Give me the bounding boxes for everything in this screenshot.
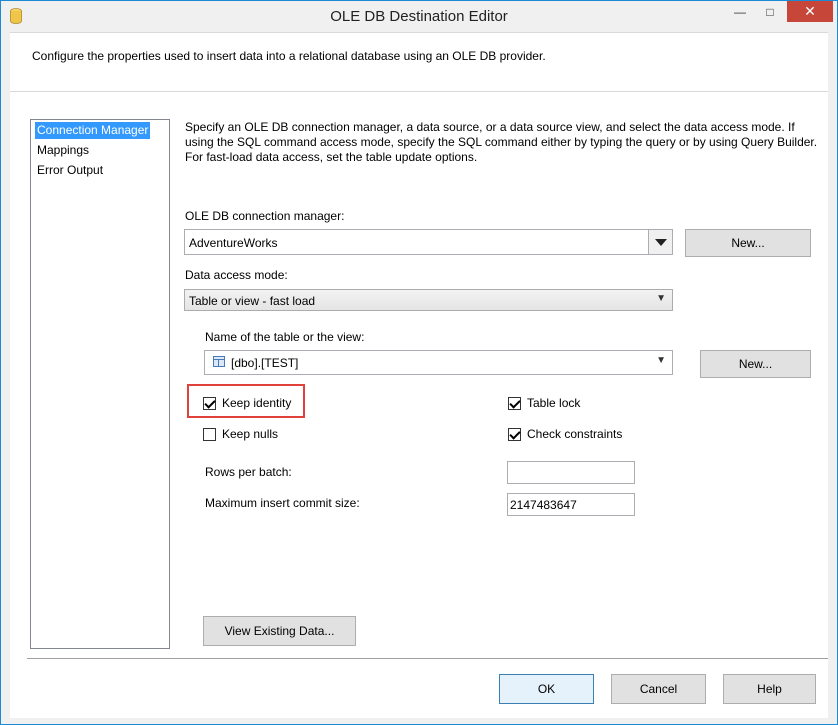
chevron-down-icon: ▼ — [656, 293, 666, 304]
dialog-window: OLE DB Destination Editor — □ ✕ Configur… — [0, 0, 838, 725]
combo-dropdown-button[interactable] — [648, 230, 672, 254]
window-title: OLE DB Destination Editor — [330, 8, 508, 25]
new-table-button[interactable]: New... — [700, 350, 811, 378]
checkbox-box[interactable] — [203, 396, 216, 410]
data-access-mode-label: Data access mode: — [185, 268, 288, 282]
minimize-button[interactable]: — — [727, 1, 753, 22]
checkbox-box[interactable] — [203, 427, 216, 441]
header-description: Configure the properties used to insert … — [32, 49, 546, 63]
check-constraints-checkbox[interactable]: Check constraints — [508, 426, 622, 442]
data-access-mode-value: Table or view - fast load — [189, 294, 316, 308]
header-panel: Configure the properties used to insert … — [10, 32, 828, 92]
max-commit-size-label: Maximum insert commit size: — [205, 496, 360, 510]
checkbox-box[interactable] — [508, 396, 521, 410]
view-existing-data-button[interactable]: View Existing Data... — [203, 616, 356, 646]
max-commit-size-value: 2147483647 — [510, 498, 577, 512]
nav-item-connection-manager[interactable]: Connection Manager — [35, 122, 151, 139]
checkbox-box[interactable] — [508, 427, 521, 441]
page-navigation: Connection Manager Mappings Error Output — [30, 119, 170, 649]
rows-per-batch-input[interactable] — [507, 461, 635, 484]
nav-item-mappings[interactable]: Mappings — [35, 142, 91, 159]
table-view-value: [dbo].[TEST] — [231, 356, 299, 370]
footer-separator — [27, 658, 828, 659]
dialog-content: Connection Manager Mappings Error Output… — [10, 92, 828, 718]
ok-button[interactable]: OK — [499, 674, 594, 704]
table-view-select[interactable]: [dbo].[TEST] ▼ — [204, 350, 673, 375]
check-constraints-label: Check constraints — [527, 427, 623, 441]
chevron-down-icon — [655, 239, 667, 246]
table-icon — [213, 356, 225, 367]
table-view-label: Name of the table or the view: — [205, 330, 365, 344]
page-description: Specify an OLE DB connection manager, a … — [185, 120, 818, 164]
keep-identity-label: Keep identity — [222, 396, 292, 410]
close-button[interactable]: ✕ — [787, 1, 833, 22]
table-lock-label: Table lock — [527, 396, 581, 410]
max-commit-size-input[interactable]: 2147483647 — [507, 493, 635, 516]
cancel-button[interactable]: Cancel — [611, 674, 706, 704]
maximize-button[interactable]: □ — [757, 1, 783, 22]
connection-manager-combo[interactable]: AdventureWorks — [184, 229, 673, 255]
rows-per-batch-label: Rows per batch: — [205, 465, 292, 479]
nav-item-error-output[interactable]: Error Output — [35, 162, 105, 179]
chevron-down-icon: ▼ — [656, 355, 666, 366]
data-access-mode-select[interactable]: Table or view - fast load ▼ — [184, 289, 673, 311]
title-bar[interactable]: OLE DB Destination Editor — □ ✕ — [1, 1, 837, 32]
table-lock-checkbox[interactable]: Table lock — [508, 395, 580, 411]
keep-nulls-label: Keep nulls — [222, 427, 279, 441]
keep-nulls-checkbox[interactable]: Keep nulls — [203, 426, 278, 442]
connection-manager-value: AdventureWorks — [189, 236, 278, 250]
new-connection-button[interactable]: New... — [685, 229, 811, 257]
connection-manager-label: OLE DB connection manager: — [185, 209, 345, 223]
keep-identity-checkbox[interactable]: Keep identity — [203, 395, 291, 411]
help-button[interactable]: Help — [723, 674, 816, 704]
